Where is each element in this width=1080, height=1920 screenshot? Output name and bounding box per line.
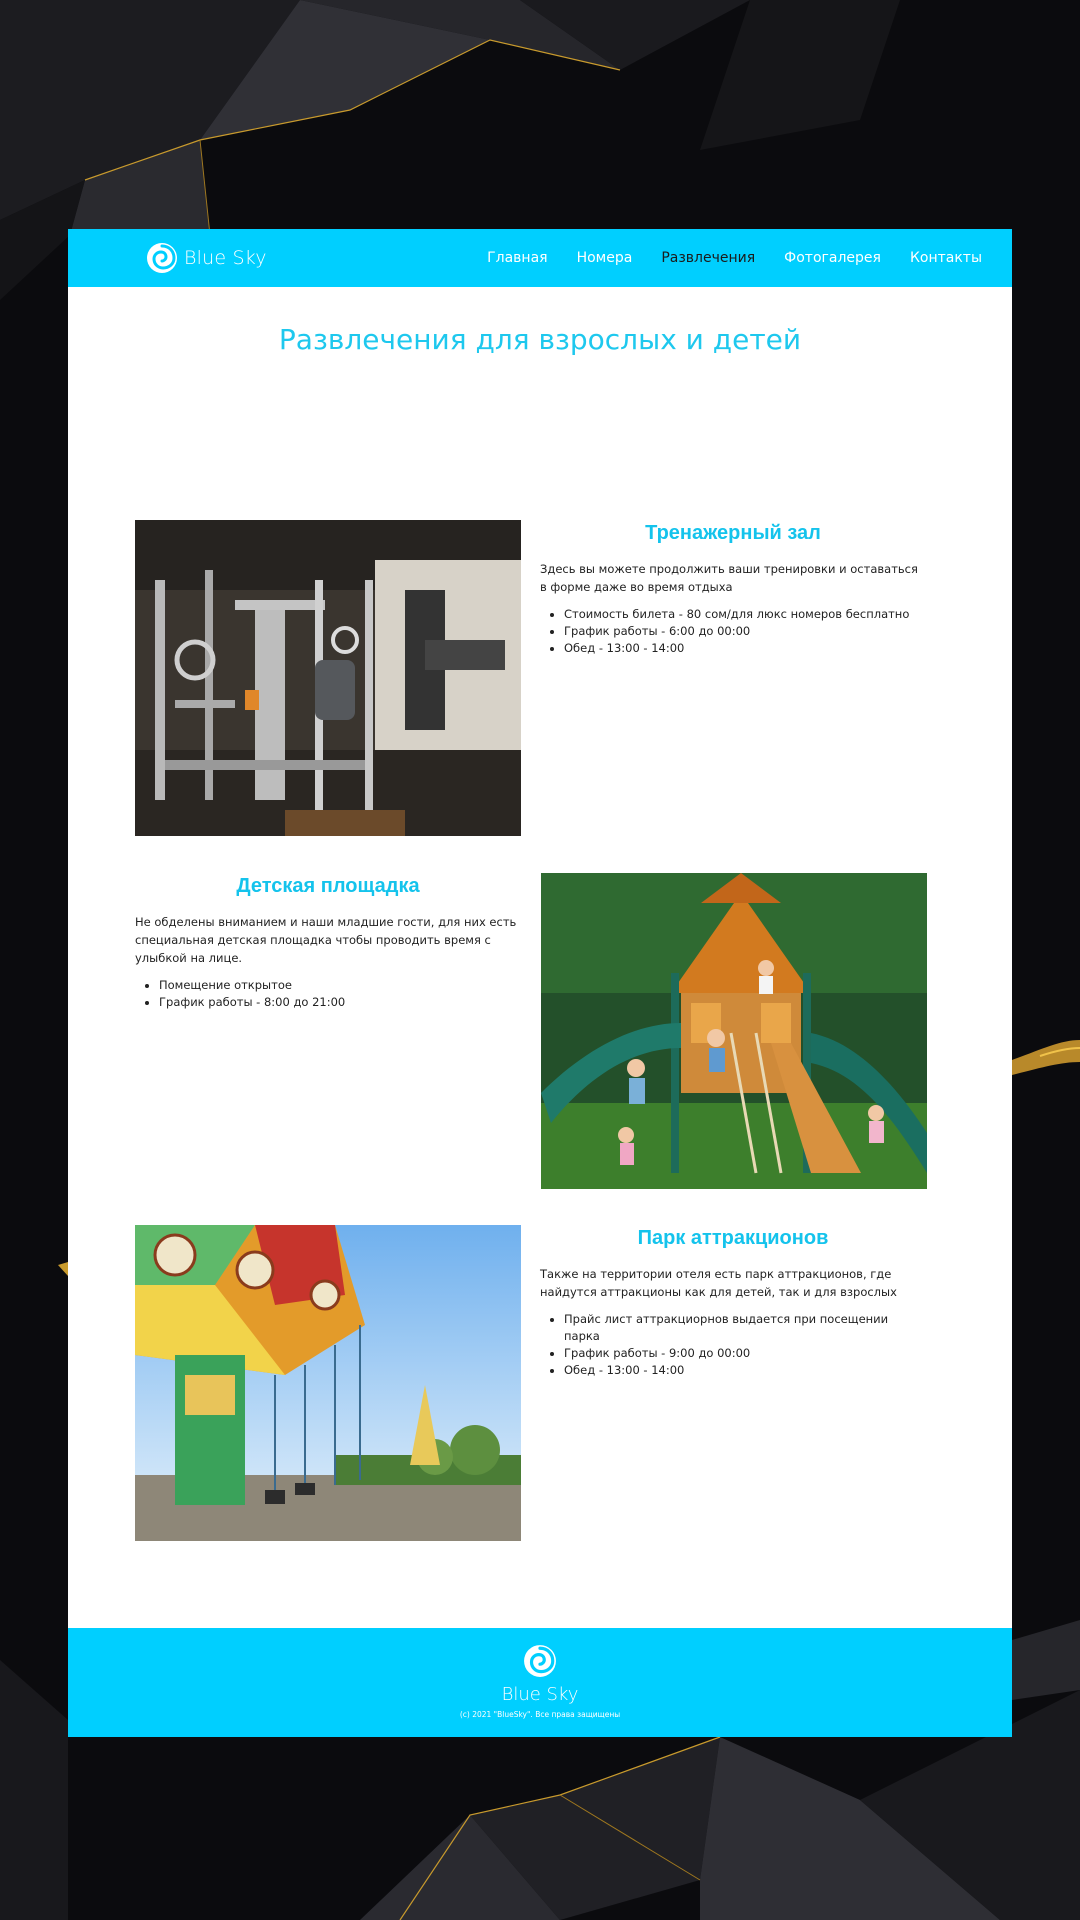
list-item: График работы - 6:00 до 00:00 [564,623,926,640]
playground-info-list: Помещение открытое График работы - 8:00 … [135,977,521,1011]
swirl-logo-icon [524,1645,556,1677]
playground-title: Детская площадка [236,875,420,897]
page-title: Развлечения для взрослых и детей [278,323,802,356]
nav-item-entertainment[interactable]: Развлечения [661,250,755,266]
playground-photo [541,873,927,1189]
nav-item-home[interactable]: Главная [487,250,547,266]
list-item: Помещение открытое [159,977,521,994]
swirl-logo-icon [147,243,177,273]
nav-item-contacts[interactable]: Контакты [910,250,982,266]
brand-name: Blue Sky [184,247,267,269]
page-card: Blue Sky Главная Номера Развлечения Фото… [68,229,1012,1737]
list-item: Обед - 13:00 - 14:00 [564,640,926,657]
list-item: Стоимость билета - 80 сом/для люкс номер… [564,606,926,623]
footer-brand-name: Blue Sky [501,1684,579,1705]
park-section: Парк аттракционов Также на территории от… [540,1227,926,1379]
list-item: График работы - 9:00 до 00:00 [564,1345,926,1362]
gym-photo [135,520,521,836]
header-bar: Blue Sky Главная Номера Развлечения Фото… [68,229,1012,287]
carousel-photo [135,1225,521,1541]
gym-info-list: Стоимость билета - 80 сом/для люкс номер… [540,606,926,657]
gym-section: Тренажерный зал Здесь вы можете продолжи… [540,522,926,657]
footer-copyright: (c) 2021 "BlueSky". Все права защищены [459,1710,621,1719]
gym-description: Здесь вы можете продолжить ваши трениров… [540,562,918,594]
playground-description: Не обделены вниманием и наши младшие гос… [135,915,517,965]
nav-item-gallery[interactable]: Фотогалерея [784,250,881,266]
nav-item-rooms[interactable]: Номера [577,250,633,266]
footer: Blue Sky (c) 2021 "BlueSky". Все права з… [68,1628,1012,1737]
park-title: Парк аттракционов [637,1227,829,1249]
list-item: График работы - 8:00 до 21:00 [159,994,521,1011]
park-description: Также на территории отеля есть парк аттр… [540,1267,897,1299]
playground-section: Детская площадка Не обделены вниманием и… [135,875,521,1011]
list-item: Прайс лист аттракциорнов выдается при по… [564,1311,926,1345]
park-info-list: Прайс лист аттракциорнов выдается при по… [540,1311,926,1379]
main-nav: Главная Номера Развлечения Фотогалерея К… [458,229,982,287]
list-item: Обед - 13:00 - 14:00 [564,1362,926,1379]
brand-logo[interactable]: Blue Sky [146,242,267,274]
gym-title: Тренажерный зал [645,522,821,544]
